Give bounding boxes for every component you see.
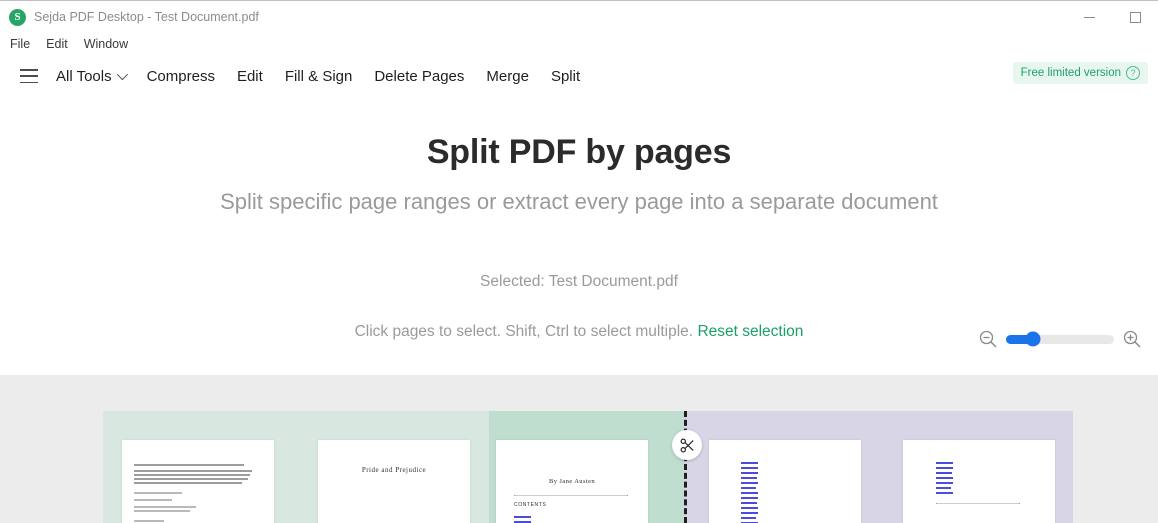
chevron-down-icon (116, 68, 128, 81)
hamburger-line (20, 75, 38, 77)
window-controls (1066, 1, 1158, 34)
toolbar-item-split[interactable]: Split (551, 68, 580, 85)
page-thumbnail-4-content (709, 440, 861, 523)
thumb-contents-heading: CONTENTS (514, 502, 547, 508)
toolbar-item-all-tools[interactable]: All Tools (56, 67, 128, 85)
main-toolbar: All Tools Compress Edit Fill & Sign Dele… (0, 55, 1158, 97)
free-version-badge[interactable]: Free limited version ? (1012, 62, 1148, 84)
thumb-link-line (741, 512, 758, 515)
thumb-text-line (134, 520, 164, 522)
thumb-text-line (134, 478, 248, 481)
selection-band-1[interactable]: Pride and Prejudice (103, 411, 489, 523)
selection-band-2[interactable]: By Jane Austen CONTENTS (489, 411, 684, 523)
thumb-link-line (741, 472, 758, 475)
zoom-slider-knob[interactable] (1025, 331, 1041, 347)
thumb-link-line (936, 482, 953, 485)
toolbar-item-compress[interactable]: Compress (147, 68, 215, 85)
thumb-text-line (134, 474, 250, 477)
page-thumbnail-4[interactable] (709, 440, 861, 523)
page-thumbnail-1[interactable] (122, 440, 274, 523)
thumb-link-line (741, 477, 757, 480)
thumb-text-line (134, 470, 252, 473)
thumb-text-line (134, 506, 196, 508)
title-bar-left: S Sejda PDF Desktop - Test Document.pdf (0, 8, 259, 26)
page-thumbnail-3-content: By Jane Austen CONTENTS (496, 440, 648, 523)
menu-item-window[interactable]: Window (84, 37, 128, 51)
thumb-link-line (741, 497, 758, 500)
menu-bar: File Edit Window (0, 33, 1158, 55)
page-thumbnail-2-content: Pride and Prejudice (318, 440, 470, 523)
thumb-link-line (741, 467, 758, 470)
selected-file-label: Selected: Test Document.pdf (480, 273, 678, 290)
sejda-pdf-desktop-window: S Sejda PDF Desktop - Test Document.pdf … (0, 0, 1158, 523)
page-thumbnail-3[interactable]: By Jane Austen CONTENTS (496, 440, 648, 523)
menu-item-file[interactable]: File (10, 37, 30, 51)
pages-preview-area[interactable]: Pride and Prejudice By Jane Austen CONTE… (0, 375, 1158, 523)
thumb-link-line (741, 482, 758, 485)
hamburger-icon[interactable] (20, 69, 38, 83)
hamburger-line (20, 69, 38, 71)
thumb-title-text: Pride and Prejudice (361, 466, 427, 474)
toolbar-item-merge[interactable]: Merge (486, 68, 529, 85)
thumb-text-line (134, 499, 172, 501)
thumb-link-line (741, 502, 757, 505)
hamburger-line (20, 81, 38, 83)
toolbar-item-label: All Tools (56, 67, 112, 85)
selection-hint-text: Click pages to select. Shift, Ctrl to se… (354, 323, 694, 340)
page-thumbnail-2[interactable]: Pride and Prejudice (318, 440, 470, 523)
thumb-link-line (741, 517, 756, 520)
thumb-title-text: By Jane Austen (548, 478, 596, 485)
thumb-horizontal-rule (936, 503, 1020, 504)
reset-selection-link[interactable]: Reset selection (697, 323, 803, 340)
selection-bands: Pride and Prejudice By Jane Austen CONTE… (103, 411, 1073, 523)
thumb-link-line (741, 462, 758, 465)
thumb-text-line (134, 464, 244, 467)
scissors-glyph (680, 438, 694, 452)
thumb-link-line (514, 516, 531, 519)
sejda-logo-icon: S (9, 8, 26, 26)
window-title: Sejda PDF Desktop - Test Document.pdf (34, 10, 259, 24)
toolbar-item-fill-and-sign[interactable]: Fill & Sign (285, 68, 353, 85)
split-marker[interactable] (672, 411, 702, 523)
magnifier-plus-icon[interactable] (1122, 329, 1142, 349)
thumb-link-line (936, 477, 953, 480)
scissors-icon[interactable] (672, 430, 702, 460)
minimize-icon (1083, 17, 1095, 18)
hero-section: Split PDF by pages Split specific page r… (0, 97, 1158, 341)
help-question-icon[interactable]: ? (1126, 66, 1140, 80)
thumb-text-line (134, 510, 190, 512)
thumb-text-line (134, 482, 242, 485)
toolbar-item-delete-pages[interactable]: Delete Pages (374, 68, 464, 85)
thumb-text-line (134, 492, 182, 494)
zoom-control (978, 326, 1150, 352)
thumb-link-line (936, 487, 951, 490)
page-title: Split PDF by pages (426, 133, 732, 171)
thumb-link-line (936, 472, 952, 475)
thumb-link-line (936, 492, 953, 495)
free-version-label: Free limited version (1020, 67, 1121, 79)
thumb-link-line (741, 487, 756, 490)
page-thumbnail-5[interactable] (903, 440, 1055, 523)
menu-item-edit[interactable]: Edit (46, 37, 68, 51)
thumb-link-line (936, 462, 953, 465)
thumb-horizontal-rule (514, 495, 628, 496)
thumb-link-line (741, 507, 758, 510)
selection-band-3[interactable] (684, 411, 1073, 523)
page-thumbnail-1-content (122, 440, 274, 523)
page-thumbnail-5-content (903, 440, 1055, 523)
zoom-slider[interactable] (1006, 331, 1114, 347)
page-subtitle: Split specific page ranges or extract ev… (220, 189, 938, 214)
minimize-button[interactable] (1066, 1, 1112, 34)
maximize-button[interactable] (1112, 1, 1158, 34)
thumb-link-line (936, 467, 953, 470)
magnifier-minus-icon[interactable] (978, 329, 998, 349)
toolbar-item-edit[interactable]: Edit (237, 68, 263, 85)
thumb-link-line (741, 492, 758, 495)
title-bar: S Sejda PDF Desktop - Test Document.pdf (0, 0, 1158, 33)
maximize-icon (1129, 12, 1141, 23)
